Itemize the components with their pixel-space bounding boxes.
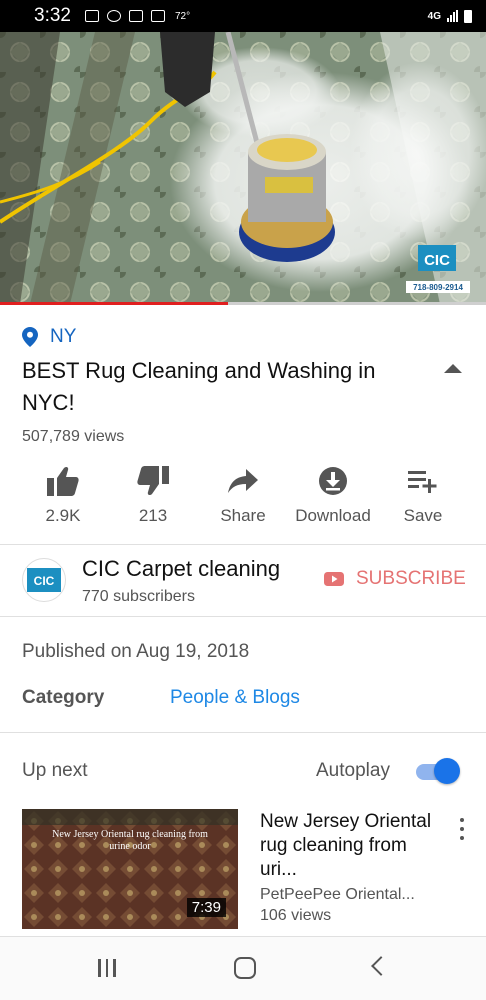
location-tag[interactable]: NY xyxy=(22,326,76,348)
divider xyxy=(0,544,486,545)
status-temperature: 72° xyxy=(174,10,191,22)
svg-text:CIC: CIC xyxy=(34,574,55,588)
battery-icon xyxy=(464,9,472,23)
autoplay-toggle-knob xyxy=(434,758,460,784)
playlist-add-icon xyxy=(408,471,437,493)
video-progress-fill xyxy=(0,302,229,305)
autoplay-label: Autoplay xyxy=(316,760,390,781)
network-type: 4G xyxy=(427,10,441,22)
signal-icon xyxy=(447,10,458,22)
video-player[interactable]: CIC 718-809-2914 xyxy=(0,32,486,304)
channel-logo: CIC xyxy=(27,568,61,592)
share-button[interactable]: Share xyxy=(198,462,288,526)
location-label: NY xyxy=(50,326,77,347)
view-count: 507,789 views xyxy=(22,428,125,445)
dislike-button[interactable]: 213 xyxy=(108,462,198,526)
category-link[interactable]: People & Blogs xyxy=(170,687,300,709)
published-date: Published on Aug 19, 2018 xyxy=(22,641,250,662)
svg-text:718-809-2914: 718-809-2914 xyxy=(413,283,463,292)
status-right: 4G xyxy=(427,9,472,23)
svg-text:CIC: CIC xyxy=(424,252,450,269)
recents-icon[interactable] xyxy=(98,959,116,977)
subscribe-button[interactable]: SUBSCRIBE xyxy=(324,568,466,590)
recommended-video-views: 106 views xyxy=(260,907,332,924)
wifi-call-icon xyxy=(106,10,121,22)
video-title: BEST Rug Cleaning and Washing in NYC! xyxy=(22,358,376,415)
dislike-count: 213 xyxy=(138,506,168,525)
recommended-video-thumbnail[interactable]: New Jersey Oriental rug cleaning from ur… xyxy=(22,809,238,929)
up-next-label: Up next xyxy=(22,760,88,781)
recommended-video-title[interactable]: New Jersey Oriental rug cleaning from ur… xyxy=(260,810,440,882)
thumbnail-caption: New Jersey Oriental rug cleaning from ur… xyxy=(52,829,208,852)
subscribe-label: SUBSCRIBE xyxy=(356,568,466,589)
save-label: Save xyxy=(403,506,443,525)
system-nav-bar xyxy=(0,936,486,1000)
sim-icon xyxy=(84,10,99,22)
mail-icon xyxy=(128,10,143,22)
image-icon xyxy=(150,10,165,22)
channel-name[interactable]: CIC Carpet cleaning xyxy=(82,556,280,582)
subscriber-count: 770 subscribers xyxy=(82,588,195,605)
status-bar: 3:32 72° 4G xyxy=(0,0,486,32)
video-frame: CIC 718-809-2914 xyxy=(0,32,486,304)
download-icon xyxy=(319,467,347,495)
save-button[interactable]: Save xyxy=(378,462,468,526)
thumb-up-icon xyxy=(47,466,79,496)
category-label: Category xyxy=(22,687,105,708)
thumb-down-icon xyxy=(137,466,169,496)
share-icon xyxy=(228,469,258,493)
video-progress-bar[interactable] xyxy=(0,302,486,305)
like-button[interactable]: 2.9K xyxy=(18,462,108,526)
collapse-description-icon[interactable] xyxy=(444,364,462,373)
autoplay-toggle[interactable] xyxy=(416,758,460,784)
action-bar: 2.9K 213 Share Download Save xyxy=(18,462,468,526)
share-label: Share xyxy=(220,506,266,525)
divider xyxy=(0,732,486,733)
recommended-video-channel: PetPeePee Oriental... xyxy=(260,886,415,903)
status-notification-icons: 72° xyxy=(84,10,191,22)
home-icon[interactable] xyxy=(234,957,256,979)
download-label: Download xyxy=(295,506,371,525)
more-options-icon[interactable] xyxy=(456,818,468,840)
back-icon[interactable] xyxy=(371,956,391,976)
download-button[interactable]: Download xyxy=(288,462,378,526)
channel-avatar[interactable]: CIC xyxy=(22,558,66,602)
location-pin-icon xyxy=(22,327,38,347)
divider xyxy=(0,616,486,617)
youtube-play-icon xyxy=(324,572,344,586)
status-time: 3:32 xyxy=(34,5,71,26)
video-duration: 7:39 xyxy=(186,898,226,917)
like-count: 2.9K xyxy=(45,506,81,525)
